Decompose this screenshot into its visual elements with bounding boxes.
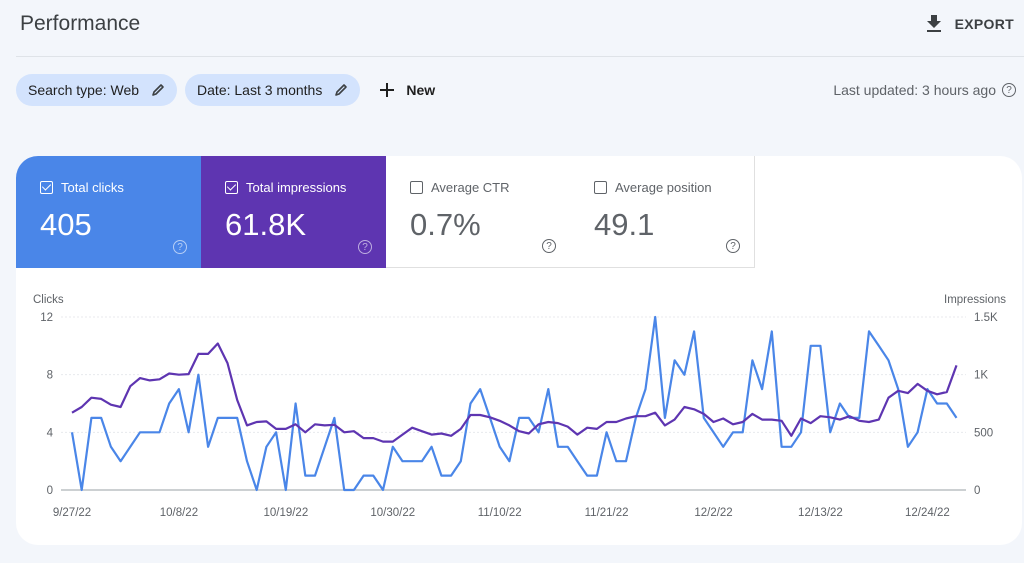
help-icon[interactable]: ? [1002,83,1016,97]
metric-label: Average CTR [431,180,510,195]
metric-average-ctr[interactable]: Average CTR 0.7% ? [386,156,571,268]
help-icon[interactable]: ? [726,239,740,253]
metric-average-position[interactable]: Average position 49.1 ? [570,156,755,268]
left-tick-label: 4 [47,427,54,439]
series-line-clicks [70,315,958,492]
x-tick-label: 11/10/22 [478,507,522,519]
x-tick-label: 12/2/22 [694,507,732,519]
export-label: EXPORT [954,16,1014,32]
plus-icon [380,83,395,97]
checkbox-checked-icon[interactable] [40,181,53,194]
filter-bar: Search type: Web Date: Last 3 months New [16,74,435,106]
pencil-icon [335,84,348,96]
date-filter-chip[interactable]: Date: Last 3 months [185,74,361,106]
chip-label: Search type: Web [28,82,140,98]
search-type-filter-chip[interactable]: Search type: Web [16,74,178,106]
help-icon[interactable]: ? [173,240,187,254]
right-tick-label: 0 [974,485,980,497]
checkbox-unchecked-icon[interactable] [594,181,607,194]
help-icon[interactable]: ? [542,239,556,253]
metric-label: Average position [615,180,712,195]
new-label: New [406,82,436,98]
export-button[interactable]: EXPORT [925,14,1014,34]
metric-total-impressions[interactable]: Total impressions 61.8K ? [201,156,386,268]
x-tick-label: 10/8/22 [160,507,198,519]
left-tick-label: 12 [40,312,53,324]
new-filter-button[interactable]: New [368,82,435,98]
header-divider [16,56,1024,57]
x-tick-label: 9/27/22 [53,507,91,519]
metric-total-clicks[interactable]: Total clicks 405 ? [16,156,201,268]
page-title: Performance [20,12,141,35]
metric-value: 49.1 [594,207,655,242]
right-tick-label: 1.5K [974,312,998,324]
left-tick-label: 8 [47,370,53,382]
x-tick-label: 12/13/22 [798,507,843,519]
x-tick-label: 11/21/22 [585,507,629,519]
metric-value: 0.7% [410,207,481,242]
metric-label: Total clicks [61,180,124,195]
pencil-icon [152,84,164,96]
download-icon [926,15,941,32]
right-tick-label: 1K [974,370,988,382]
right-axis-label: Impressions [944,294,1006,306]
left-axis-label: Clicks [33,294,64,306]
x-tick-label: 10/30/22 [370,507,415,519]
metric-value: 61.8K [225,207,307,242]
last-updated-text: Last updated: 3 hours ago [833,82,996,98]
metric-value: 405 [40,207,92,242]
x-tick-label: 10/19/22 [263,507,308,519]
performance-chart: Clicks Impressions 0 0 4 500 8 1K 12 1.5K 9/27/… [33,294,1006,519]
right-tick-label: 500 [974,427,993,439]
last-updated: Last updated: 3 hours ago ? [833,82,1016,98]
chip-label: Date: Last 3 months [197,82,323,98]
checkbox-unchecked-icon[interactable] [410,181,423,194]
help-icon[interactable]: ? [358,240,372,254]
left-tick-label: 0 [47,485,53,497]
x-tick-label: 12/24/22 [905,507,950,519]
checkbox-checked-icon[interactable] [225,181,238,194]
performance-card: Total clicks 405 ? Total impressions 61.… [16,156,1022,545]
metric-label: Total impressions [246,180,347,195]
